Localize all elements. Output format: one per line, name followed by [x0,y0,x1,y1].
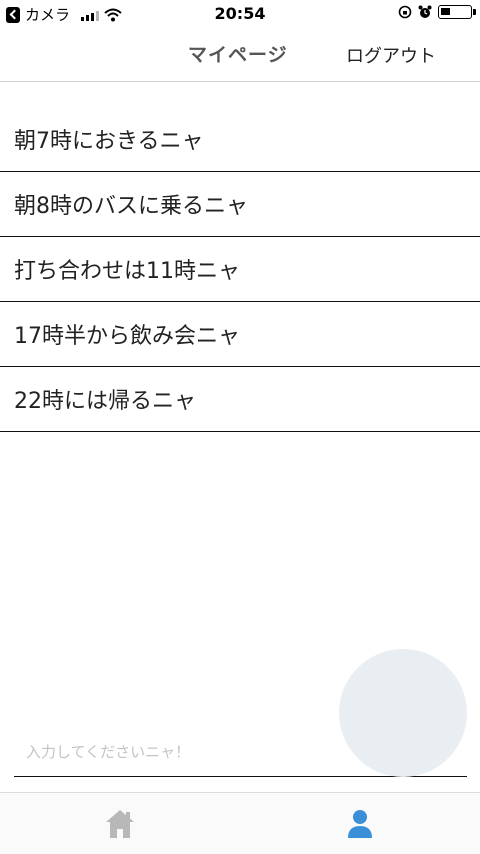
list-item[interactable]: 朝7時におきるニャ [0,107,480,172]
list-item[interactable]: 17時半から飲み会ニャ [0,302,480,367]
add-task-button[interactable] [339,649,467,777]
status-right [398,5,476,19]
header: マイページ ログアウト [0,28,480,82]
user-icon [348,810,372,838]
rotation-lock-icon [398,5,412,19]
page-title: マイページ [188,44,288,66]
list-item[interactable]: 朝8時のバスに乗るニャ [0,172,480,237]
logout-button[interactable]: ログアウト [346,42,436,68]
list-item[interactable]: 打ち合わせは11時ニャ [0,237,480,302]
tab-home[interactable] [100,807,140,841]
status-bar: カメラ 20:54 [0,0,480,28]
task-list: 朝7時におきるニャ 朝8時のバスに乗るニャ 打ち合わせは11時ニャ 17時半から… [0,107,480,432]
alarm-icon [418,5,432,18]
tab-bar [0,792,480,854]
battery-icon [438,5,476,19]
tab-mypage[interactable] [340,807,380,841]
home-icon [106,810,134,838]
list-item[interactable]: 22時には帰るニャ [0,367,480,432]
